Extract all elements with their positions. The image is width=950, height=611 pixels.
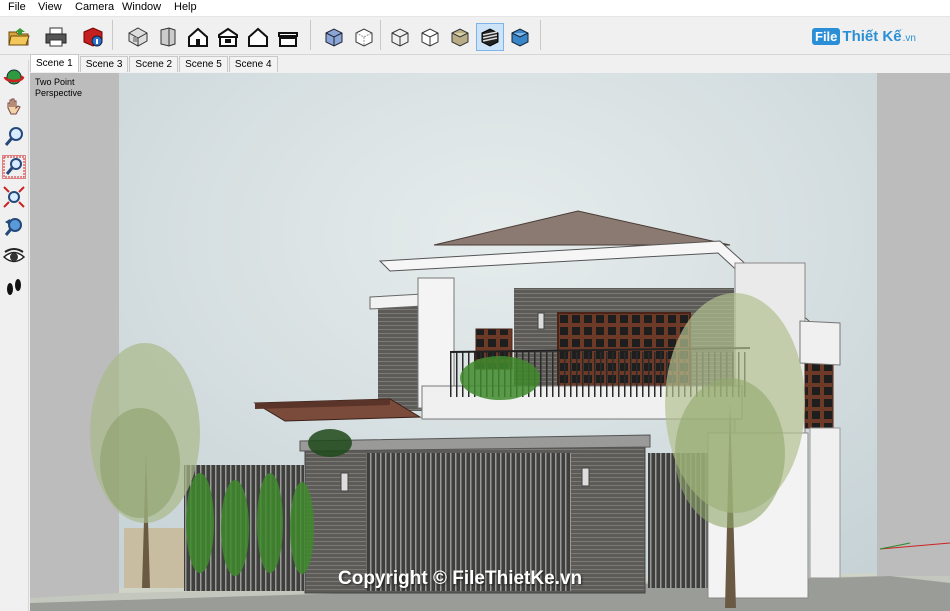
model-viewport[interactable]: Two Point Perspective xyxy=(30,73,950,611)
back-edges-icon[interactable] xyxy=(350,23,378,51)
top-view-icon[interactable] xyxy=(154,23,182,51)
orbit-icon[interactable] xyxy=(2,65,26,89)
zoom-previous-icon[interactable] xyxy=(2,215,26,239)
menu-view[interactable]: View xyxy=(38,1,62,13)
menu-bar: File View Camera Window Help xyxy=(0,0,950,17)
iso-view-icon[interactable] xyxy=(124,23,152,51)
wireframe-icon[interactable] xyxy=(386,23,414,51)
shaded-icon[interactable] xyxy=(446,23,474,51)
brand-logo: File Thiết Kế .vn xyxy=(812,25,916,47)
scene-tabs: Scene 1 Scene 3 Scene 2 Scene 5 Scene 4 xyxy=(30,54,279,72)
toolbar-group-views xyxy=(118,20,311,50)
zoom-extents-icon[interactable] xyxy=(2,185,26,209)
open-folder-icon[interactable] xyxy=(5,23,33,51)
house-render xyxy=(30,73,950,611)
left-view-icon[interactable] xyxy=(274,23,302,51)
brand-name: Thiết Kế xyxy=(842,27,902,45)
camera-mode-line1: Two Point xyxy=(35,77,75,87)
toolbar-group-style xyxy=(384,20,541,51)
monochrome-icon[interactable] xyxy=(506,23,534,51)
walk-icon[interactable] xyxy=(2,275,26,299)
camera-toolbar xyxy=(0,60,29,611)
zoom-window-icon[interactable] xyxy=(2,155,26,179)
main-toolbar: File Thiết Kế .vn xyxy=(0,17,950,55)
menu-file[interactable]: File xyxy=(8,1,26,13)
copyright-watermark: Copyright © FileThietKe.vn xyxy=(338,568,583,589)
look-around-icon[interactable] xyxy=(2,245,26,269)
right-view-icon[interactable] xyxy=(214,23,242,51)
camera-mode-label: Two Point Perspective xyxy=(35,77,82,99)
front-view-icon[interactable] xyxy=(184,23,212,51)
zoom-icon[interactable] xyxy=(2,125,26,149)
toolbar-group-file xyxy=(2,20,113,50)
model-info-icon[interactable] xyxy=(79,23,107,51)
toolbar-group-xray xyxy=(316,20,381,50)
menu-window[interactable]: Window xyxy=(122,1,161,13)
menu-camera[interactable]: Camera xyxy=(75,1,114,13)
xray-icon[interactable] xyxy=(320,23,348,51)
pan-icon[interactable] xyxy=(2,95,26,119)
tab-scene-4[interactable]: Scene 4 xyxy=(228,56,278,72)
back-view-icon[interactable] xyxy=(244,23,272,51)
hidden-line-icon[interactable] xyxy=(416,23,444,51)
brand-tld: .vn xyxy=(902,32,916,44)
brand-badge: File xyxy=(812,27,841,45)
print-icon[interactable] xyxy=(42,23,70,51)
tab-scene-1[interactable]: Scene 1 xyxy=(30,54,79,72)
tab-scene-2[interactable]: Scene 2 xyxy=(129,56,179,72)
tab-scene-3[interactable]: Scene 3 xyxy=(79,56,129,72)
tab-scene-5[interactable]: Scene 5 xyxy=(179,56,228,72)
shaded-textures-icon[interactable] xyxy=(476,23,504,51)
camera-mode-line2: Perspective xyxy=(35,88,83,98)
menu-help[interactable]: Help xyxy=(174,1,197,13)
